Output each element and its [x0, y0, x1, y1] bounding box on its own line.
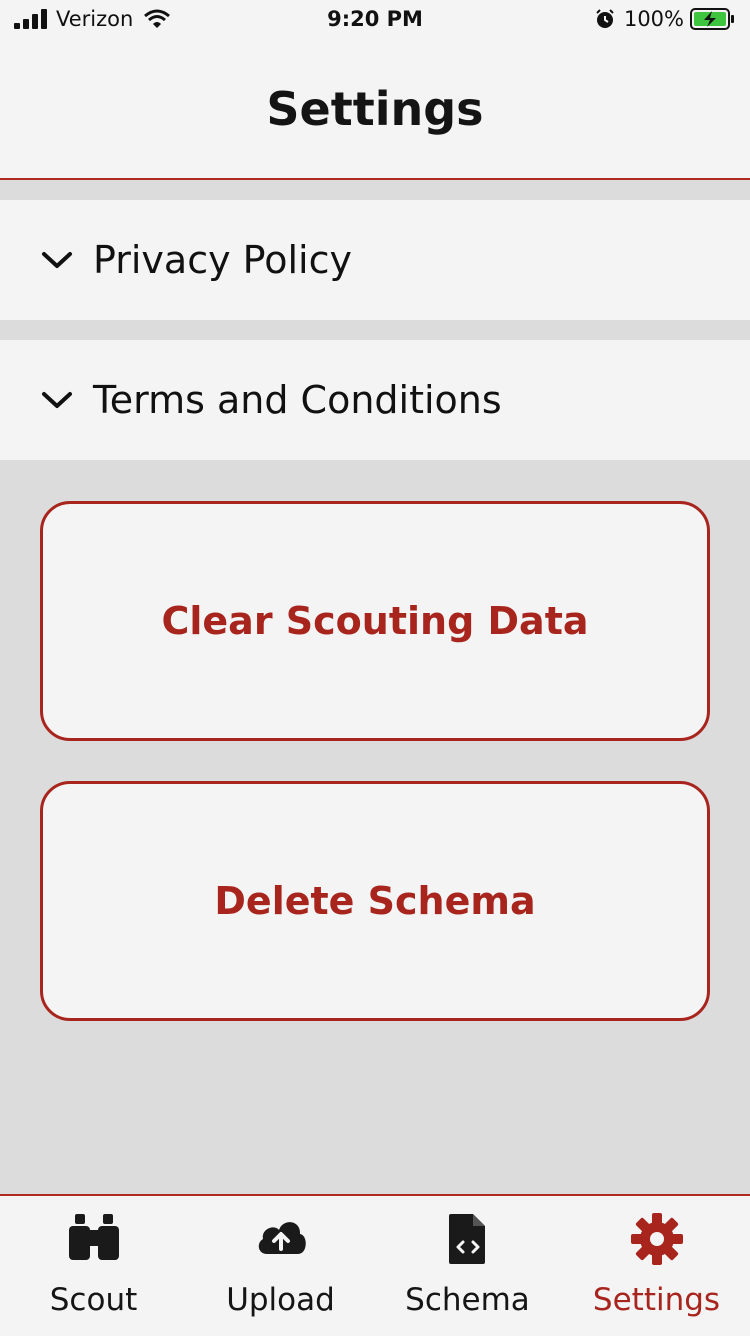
privacy-policy-label: Privacy Policy: [93, 238, 352, 282]
clear-scouting-data-button[interactable]: Clear Scouting Data: [40, 501, 710, 741]
tab-scout-label: Scout: [49, 1282, 138, 1318]
chevron-down-icon: [42, 392, 72, 408]
file-code-icon: [448, 1214, 485, 1264]
delete-schema-label: Delete Schema: [214, 879, 536, 923]
battery-icon: [690, 8, 734, 30]
cloud-upload-icon: [258, 1222, 306, 1254]
tab-schema[interactable]: Schema: [374, 1196, 561, 1336]
chevron-down-icon: [42, 252, 72, 268]
privacy-policy-section[interactable]: Privacy Policy: [0, 200, 750, 320]
terms-and-conditions-section[interactable]: Terms and Conditions: [0, 340, 750, 460]
gear-icon: [630, 1213, 683, 1265]
tab-settings-label: Settings: [592, 1282, 721, 1318]
tab-bar: Scout Upload Schema Settings: [0, 1194, 750, 1336]
page-title: Settings: [266, 82, 484, 136]
status-bar: Verizon 9:20 PM 100%: [0, 0, 750, 40]
terms-and-conditions-label: Terms and Conditions: [93, 378, 502, 422]
tab-upload[interactable]: Upload: [187, 1196, 374, 1336]
binoculars-icon: [68, 1214, 119, 1260]
tab-schema-label: Schema: [405, 1282, 530, 1318]
delete-schema-button[interactable]: Delete Schema: [40, 781, 710, 1021]
tab-scout[interactable]: Scout: [0, 1196, 187, 1336]
tab-settings[interactable]: Settings: [563, 1196, 750, 1336]
navigation-header: Settings: [0, 40, 750, 180]
tab-upload-label: Upload: [226, 1282, 335, 1318]
status-right: 100%: [594, 7, 736, 31]
clear-scouting-data-label: Clear Scouting Data: [161, 599, 589, 643]
battery-percent: 100%: [623, 7, 684, 31]
alarm-icon: [596, 9, 614, 28]
